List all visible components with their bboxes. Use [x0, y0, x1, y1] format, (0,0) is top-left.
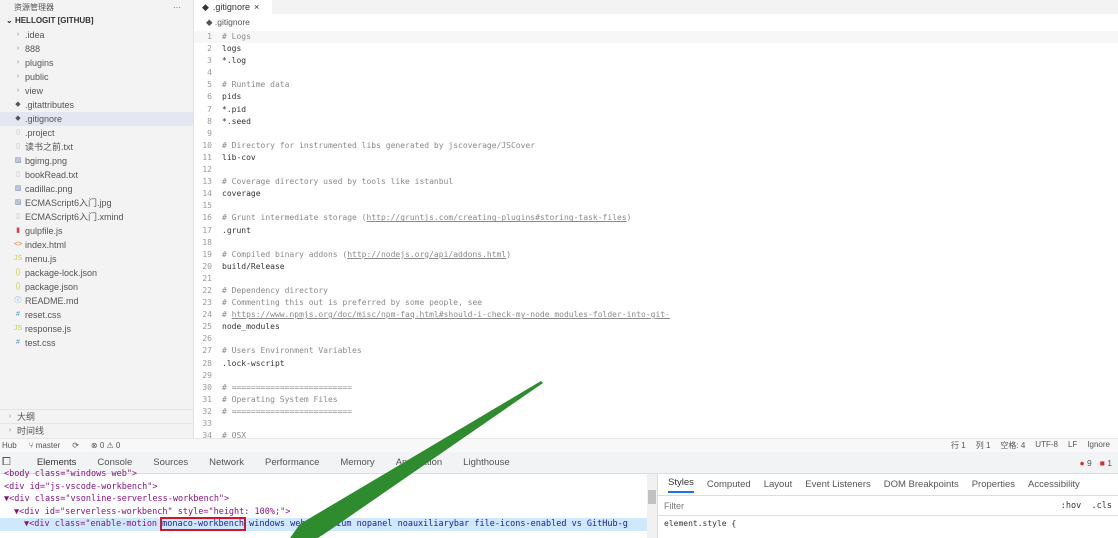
- annotation-arrow: [290, 381, 543, 538]
- arrow-shape: [290, 381, 543, 538]
